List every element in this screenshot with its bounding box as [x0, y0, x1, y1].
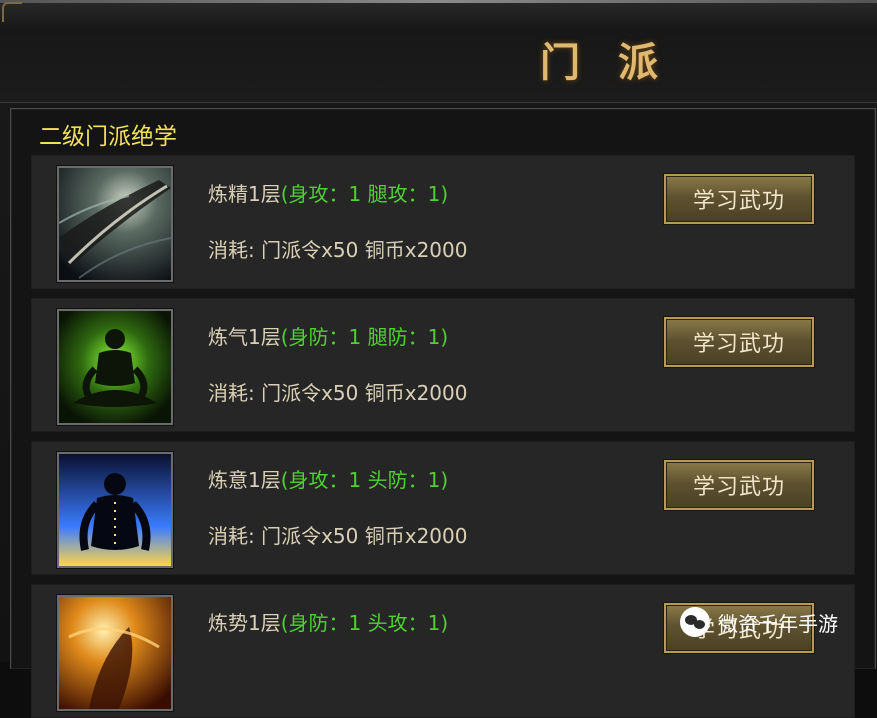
skills-panel: 二级门派绝学 炼精1层(身攻：1 腿攻：1) 消耗: 门派令x50 铜币x200… — [10, 108, 876, 718]
skill-name: 炼精1层(身攻：1 腿攻：1) — [208, 178, 448, 207]
skill-name: 炼意1层(身攻：1 头防：1) — [208, 464, 448, 493]
skill-stats: (身防：1 头攻：1) — [280, 611, 449, 635]
blue-flame-meditation-icon[interactable] — [57, 452, 173, 568]
header-border — [0, 0, 877, 3]
watermark-text: 微资千年手游 — [718, 611, 838, 636]
skill-stats: (身防：1 腿防：1) — [280, 325, 449, 349]
wechat-icon — [680, 607, 710, 637]
section-title: 二级门派绝学 — [39, 124, 177, 150]
window-title: 门派 — [540, 39, 696, 86]
learn-skill-button[interactable]: 学习武功 — [664, 460, 814, 510]
learn-skill-button[interactable]: 学习武功 — [664, 317, 814, 367]
skill-cost: 消耗: 门派令x50 铜币x2000 — [208, 524, 468, 548]
skill-row: 炼精1层(身攻：1 腿攻：1) 消耗: 门派令x50 铜币x2000 学习武功 — [31, 155, 855, 289]
skill-title: 炼势1层 — [208, 611, 281, 635]
learn-skill-button[interactable]: 学习武功 — [664, 174, 814, 224]
skill-cost: 消耗: 门派令x50 铜币x2000 — [208, 381, 468, 405]
blade-slash-icon[interactable] — [57, 166, 173, 282]
green-aura-meditation-icon[interactable] — [57, 309, 173, 425]
corner-ornament-icon — [2, 2, 22, 22]
skill-name: 炼气1层(身防：1 腿防：1) — [208, 321, 448, 350]
skill-cost: 消耗: 门派令x50 铜币x2000 — [208, 238, 468, 262]
skill-name: 炼势1层(身防：1 头攻：1) — [208, 607, 448, 636]
skill-stats: (身攻：1 头防：1) — [280, 468, 449, 492]
game-window: 门派 二级门派绝学 炼精1层(身攻：1 腿攻：1) 消耗: 门派令x50 铜币x… — [0, 0, 877, 718]
skill-title: 炼精1层 — [208, 182, 281, 206]
skill-row: 炼气1层(身防：1 腿防：1) 消耗: 门派令x50 铜币x2000 学习武功 — [31, 298, 855, 432]
fire-figure-icon[interactable] — [57, 595, 173, 711]
skill-title: 炼意1层 — [208, 468, 281, 492]
window-header: 门派 — [0, 0, 877, 103]
skill-row: 炼意1层(身攻：1 头防：1) 消耗: 门派令x50 铜币x2000 学习武功 — [31, 441, 855, 575]
watermark: 微资千年手游 — [680, 604, 838, 640]
skill-stats: (身攻：1 腿攻：1) — [280, 182, 449, 206]
skill-title: 炼气1层 — [208, 325, 281, 349]
